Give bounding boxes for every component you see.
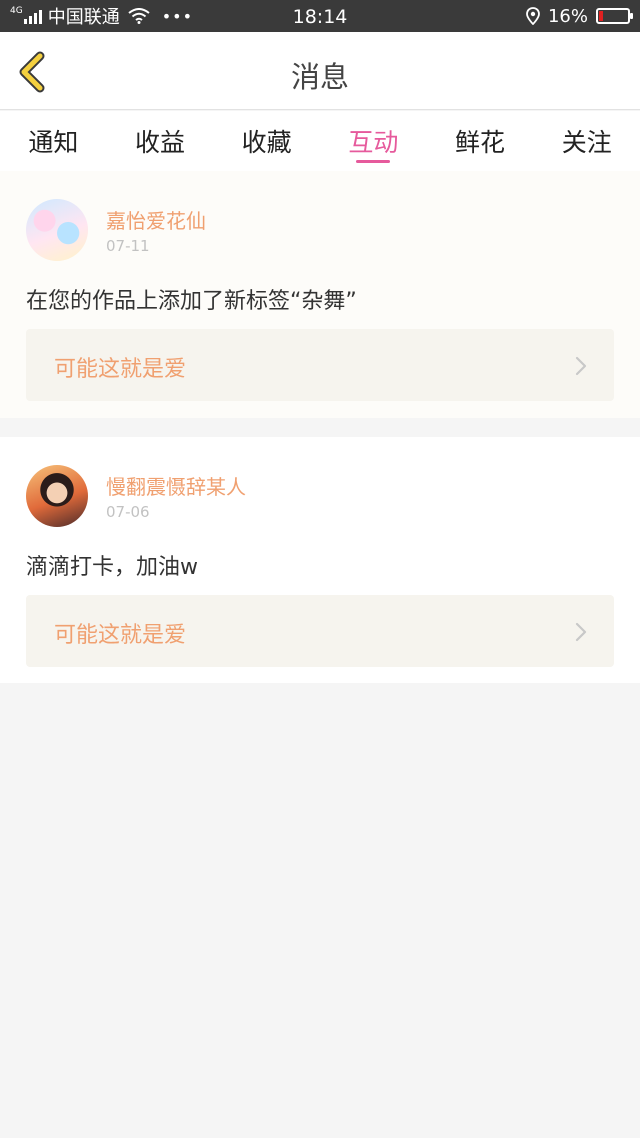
work-title: 可能这就是爱: [54, 623, 187, 648]
battery-percent: 16%: [547, 5, 588, 27]
tab-favorites[interactable]: 收藏: [213, 111, 320, 171]
work-title: 可能这就是爱: [54, 357, 187, 382]
page-title: 消息: [290, 60, 349, 94]
username[interactable]: 嘉怡爱花仙: [106, 205, 206, 234]
avatar[interactable]: [26, 465, 88, 527]
message-date: 07-11: [106, 237, 150, 255]
status-bar: 4G 中国联通 ••• 18:14 16%: [0, 0, 640, 32]
tab-interactions[interactable]: 互动: [320, 111, 427, 171]
page-header: 消息: [0, 32, 640, 110]
message-text: 在您的作品上添加了新标签“杂舞”: [26, 289, 357, 314]
chevron-right-icon: [575, 622, 587, 642]
username[interactable]: 慢翻震慑辞某人: [106, 471, 246, 500]
location-icon: [526, 7, 540, 25]
avatar[interactable]: [26, 199, 88, 261]
status-right: 16%: [526, 0, 633, 32]
work-link[interactable]: 可能这就是爱: [26, 329, 614, 401]
tab-notifications[interactable]: 通知: [0, 111, 107, 171]
work-link[interactable]: 可能这就是爱: [26, 595, 614, 667]
tab-bar: 通知 收益 收藏 互动 鲜花 关注: [0, 111, 640, 171]
tab-earnings[interactable]: 收益: [107, 111, 214, 171]
message-date: 07-06: [106, 503, 150, 521]
tab-flowers[interactable]: 鲜花: [427, 111, 534, 171]
message-item: 嘉怡爱花仙 07-11 在您的作品上添加了新标签“杂舞” 可能这就是爱: [0, 171, 640, 418]
battery-level: [599, 11, 604, 21]
chevron-right-icon: [575, 356, 587, 376]
message-item: 慢翻震慑辞某人 07-06 滴滴打卡，加油w 可能这就是爱: [0, 437, 640, 683]
message-text: 滴滴打卡，加油w: [26, 555, 198, 580]
tab-follows[interactable]: 关注: [533, 111, 640, 171]
battery-icon: [596, 8, 633, 24]
